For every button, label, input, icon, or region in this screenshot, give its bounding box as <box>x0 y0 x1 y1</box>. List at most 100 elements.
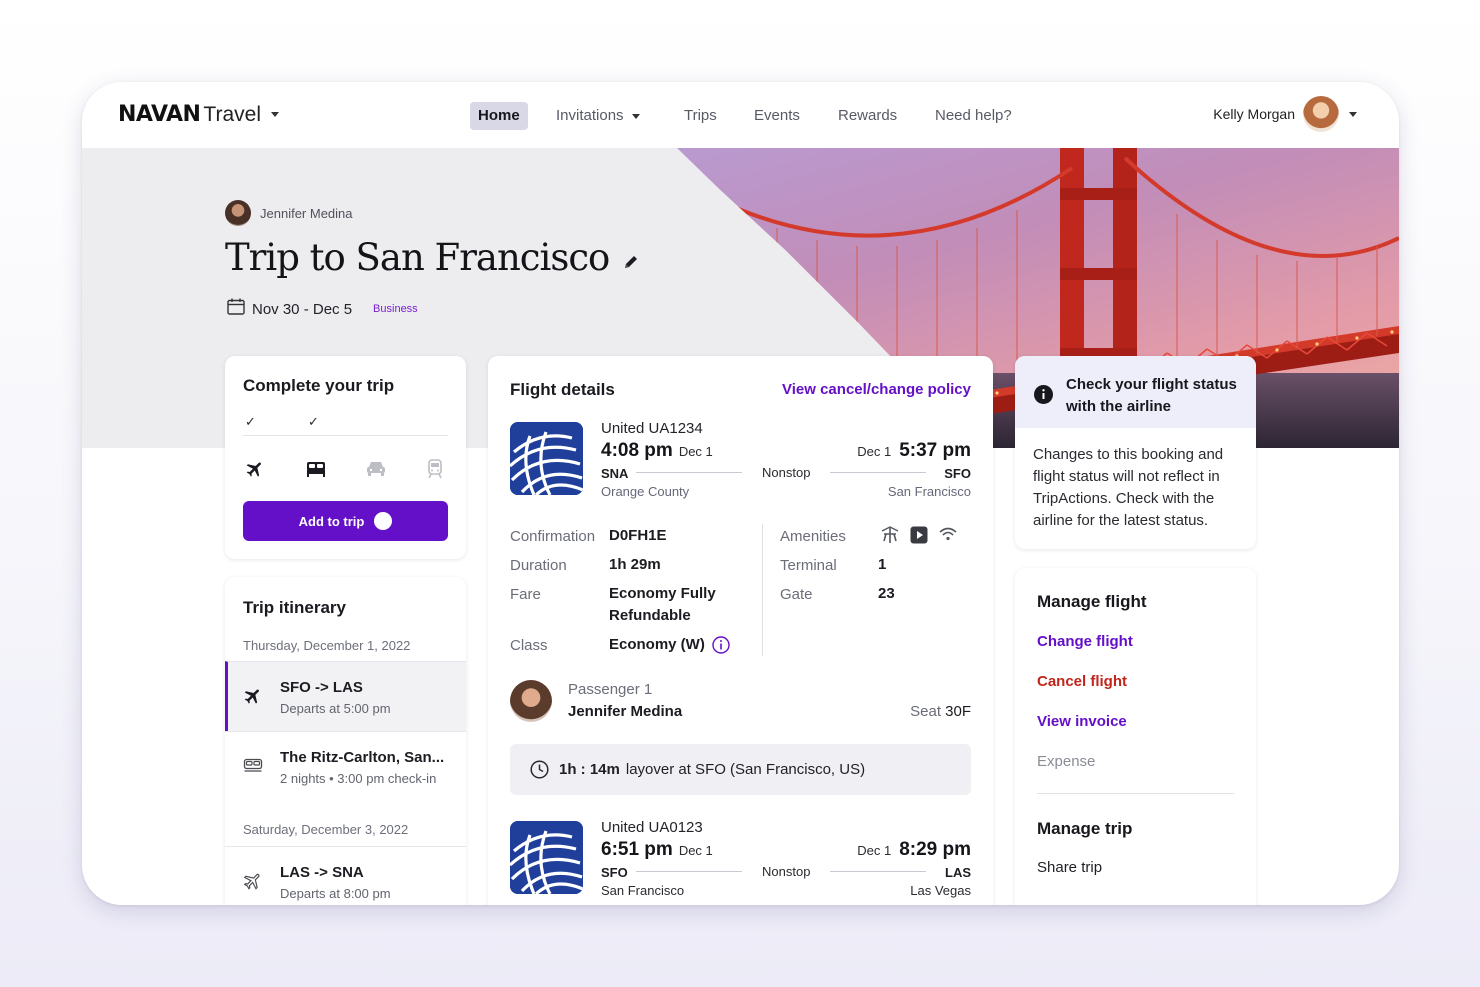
arrival-airport-code: LAS <box>945 865 971 880</box>
nav-invitations-label: Invitations <box>556 107 624 124</box>
departure-city: San Francisco <box>601 883 685 898</box>
route-line <box>830 472 926 473</box>
passenger-name: Jennifer Medina <box>568 703 683 720</box>
gate-value: 23 <box>878 585 895 602</box>
departure-time-value: 4:08 pm <box>601 440 673 461</box>
info-circle-icon[interactable] <box>712 636 730 654</box>
route-line <box>636 472 742 473</box>
complete-trip-card: Complete your trip ✓ ✓ Add to trip <box>225 356 466 559</box>
arrival-date: Dec 1 <box>857 843 892 858</box>
layover-banner: 1h : 14m layover at SFO (San Francisco, … <box>510 744 971 795</box>
itinerary-item-subtitle: Departs at 8:00 pm <box>280 886 391 901</box>
stops-label: Nonstop <box>762 864 811 879</box>
itinerary-title: Trip itinerary <box>243 598 346 617</box>
arrival-time-value: 5:37 pm <box>899 440 971 461</box>
flight-status-notice-card: Check your flight status with the airlin… <box>1015 356 1256 549</box>
nav-home[interactable]: Home <box>470 102 528 130</box>
route-line <box>636 871 742 872</box>
nav-trips[interactable]: Trips <box>684 102 717 130</box>
itinerary-date-header: Saturday, December 3, 2022 <box>243 822 409 837</box>
user-menu[interactable]: Kelly Morgan <box>1213 96 1357 132</box>
avatar <box>510 680 552 722</box>
arrival-time: Dec 1 8:29 pm <box>857 839 971 861</box>
departure-time: 6:51 pm Dec 1 <box>601 839 713 861</box>
layover-duration: 1h : 14m <box>559 761 620 778</box>
manage-divider <box>1037 793 1234 794</box>
plane-icon <box>243 686 263 711</box>
flight-details-title: Flight details <box>510 380 615 399</box>
flight-segment: United UA0123 6:51 pm Dec 1 Dec 1 8:29 pm… <box>510 819 971 898</box>
arrival-airport-code: SFO <box>944 466 971 481</box>
brand-product-name: Travel <box>203 102 261 126</box>
nav-invitations[interactable]: Invitations <box>556 102 640 130</box>
flight-status-message: Changes to this booking and flight statu… <box>1033 446 1224 529</box>
arrival-time-value: 8:29 pm <box>899 839 971 860</box>
itinerary-date-header: Thursday, December 1, 2022 <box>243 638 411 653</box>
departure-airport-code: SNA <box>601 466 629 481</box>
departure-airport-code: SFO <box>601 865 628 880</box>
bed-icon[interactable] <box>306 459 326 482</box>
confirmation-code: D0FH1E <box>609 527 667 544</box>
toggle-knob-icon <box>374 512 393 530</box>
chevron-down-icon <box>1349 111 1357 117</box>
page-title: Trip to San Francisco <box>225 236 639 279</box>
edit-pencil-icon[interactable] <box>623 236 639 279</box>
arrival-city: Las Vegas <box>910 883 971 898</box>
departure-time: 4:08 pm Dec 1 <box>601 440 713 462</box>
nav-help[interactable]: Need help? <box>935 102 1012 130</box>
bed-icon <box>243 756 263 779</box>
itinerary-item-hotel[interactable]: The Ritz-Carlton, San... 2 nights • 3:00… <box>225 731 466 801</box>
calendar-icon <box>227 298 245 320</box>
itinerary-item-title: SFO -> LAS <box>280 679 363 696</box>
terminal-label: Terminal <box>780 557 837 574</box>
add-to-trip-button[interactable]: Add to trip <box>243 501 448 541</box>
manage-flight-title: Manage flight <box>1037 592 1147 611</box>
travel-mode-icons <box>243 459 448 479</box>
view-invoice-link[interactable]: View invoice <box>1037 713 1127 730</box>
itinerary-item-flight-sfo-las[interactable]: SFO -> LAS Departs at 5:00 pm <box>225 661 466 731</box>
plane-icon[interactable] <box>245 459 265 484</box>
united-logo-icon <box>510 422 583 495</box>
complete-trip-title: Complete your trip <box>243 376 395 395</box>
gate-label: Gate <box>780 586 813 603</box>
trip-title-text: Trip to San Francisco <box>225 236 610 279</box>
fare-label: Fare <box>510 586 541 603</box>
trip-itinerary-card: Trip itinerary Thursday, December 1, 202… <box>225 577 466 905</box>
brand-switcher[interactable]: NAVAN Travel <box>118 102 279 127</box>
nav-rewards[interactable]: Rewards <box>838 102 897 130</box>
nav-events[interactable]: Events <box>754 102 800 130</box>
departure-city: Orange County <box>601 484 690 499</box>
class-value: Economy (W) <box>609 634 730 656</box>
top-navigation: NAVAN Travel Home Invitations Trips Even… <box>82 82 1399 148</box>
departure-date: Dec 1 <box>678 843 713 858</box>
itinerary-item-subtitle: Departs at 5:00 pm <box>280 701 391 716</box>
flight-number: United UA1234 <box>601 420 703 437</box>
departure-date: Dec 1 <box>678 444 713 459</box>
layover-text: layover at SFO (San Francisco, US) <box>625 761 866 778</box>
trip-dates: Nov 30 - Dec 5 <box>252 300 353 318</box>
chevron-down-icon <box>631 113 640 119</box>
expense-link[interactable]: Expense <box>1037 753 1095 770</box>
passenger-row: Passenger 1 Jennifer Medina Seat 30F <box>510 680 971 724</box>
avatar <box>1303 96 1339 132</box>
cancel-flight-link[interactable]: Cancel flight <box>1037 673 1127 690</box>
train-icon[interactable] <box>427 459 443 484</box>
fare-value-line2: Refundable <box>609 607 691 624</box>
itinerary-item-flight-las-sna[interactable]: LAS -> SNA Departs at 8:00 pm <box>225 846 466 905</box>
app-window: NAVAN Travel Home Invitations Trips Even… <box>82 82 1399 905</box>
user-name: Kelly Morgan <box>1213 106 1295 122</box>
share-trip-link[interactable]: Share trip <box>1037 859 1102 876</box>
cancel-change-policy-link[interactable]: View cancel/change policy <box>782 381 971 398</box>
itinerary-item-subtitle: 2 nights • 3:00 pm check-in <box>280 771 437 786</box>
add-to-trip-label: Add to trip <box>298 513 365 529</box>
trip-owner-name: Jennifer Medina <box>260 205 353 221</box>
united-logo-icon <box>510 821 583 894</box>
car-icon[interactable] <box>366 459 386 482</box>
flight-details-card: Flight details View cancel/change policy… <box>488 356 993 905</box>
change-flight-link[interactable]: Change flight <box>1037 633 1133 650</box>
wifi-icon <box>938 526 958 544</box>
seat-value: 30F <box>945 703 971 720</box>
completion-checks: ✓ ✓ <box>243 414 448 436</box>
trip-date-row: Nov 30 - Dec 5 Business <box>227 298 418 320</box>
duration-value: 1h 29m <box>609 556 661 573</box>
